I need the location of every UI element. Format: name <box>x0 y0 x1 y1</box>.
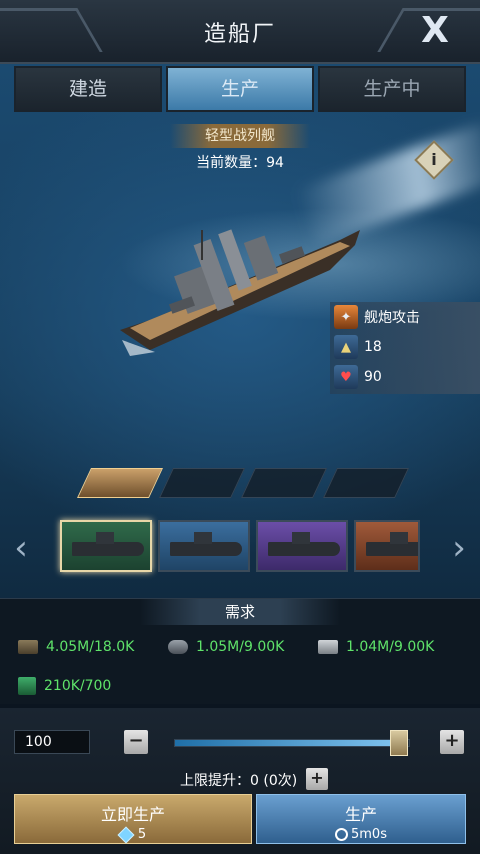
instant-produce-button[interactable]: 立即生产 5 <box>14 794 252 844</box>
ship-card-1[interactable] <box>60 520 152 572</box>
ship-thumbnail <box>170 532 242 556</box>
stat-hp: ♥ 90 <box>330 362 480 392</box>
carousel-prev-arrow[interactable]: ‹ <box>6 528 36 568</box>
requirement-steel-value: 4.05M/18.0K <box>46 639 135 655</box>
tab-bar: 建造 生产 生产中 <box>14 66 466 114</box>
produce-time-value: 5m0s <box>351 827 387 842</box>
cannon-icon: ✦ <box>334 305 358 329</box>
ship-card-4[interactable] <box>354 520 420 572</box>
ship-stats-panel: ✦ 舰炮攻击 ▲ 18 ♥ 90 <box>330 302 480 394</box>
book-icon <box>18 677 36 695</box>
requirements-title: 需求 <box>140 599 340 625</box>
quantity-input[interactable] <box>14 730 90 754</box>
ship-name-banner: 轻型战列舰 <box>170 124 310 148</box>
slider-thumb[interactable] <box>390 730 409 756</box>
instant-produce-label: 立即生产 <box>100 805 165 824</box>
stat-hp-value: 90 <box>364 369 382 385</box>
ship-carousel: ‹ › <box>0 516 480 580</box>
limit-increase-button[interactable]: + <box>306 768 328 790</box>
requirement-pipe: 1.05M/9.00K <box>168 639 284 655</box>
requirement-ingot: 1.04M/9.00K <box>318 639 434 655</box>
increase-button[interactable]: + <box>440 730 464 754</box>
ship-thumbnail <box>268 532 340 556</box>
ship-thumbnail <box>72 532 144 556</box>
instant-cost-value: 5 <box>137 827 147 842</box>
stat-attack-label: 舰炮攻击 <box>364 310 420 326</box>
close-button[interactable]: X <box>416 12 454 50</box>
ship-card-3[interactable] <box>256 520 348 572</box>
clock-icon <box>335 828 348 841</box>
instant-cost: 5 <box>117 826 147 843</box>
requirement-steel: 4.05M/18.0K <box>18 639 134 655</box>
tab-produce[interactable]: 生产 <box>166 66 314 112</box>
ship-thumbnail <box>366 532 418 556</box>
tab-build[interactable]: 建造 <box>14 66 162 112</box>
produce-button[interactable]: 生产 5m0s <box>256 794 466 844</box>
produce-time: 5m0s <box>335 827 387 842</box>
requirement-ingot-value: 1.04M/9.00K <box>346 639 435 655</box>
ingot-icon <box>318 640 338 654</box>
ship-type-battleship[interactable] <box>77 468 163 498</box>
requirements-panel: 需求 4.05M/18.0K 1.05M/9.00K 1.04M/9.00K 2… <box>0 598 480 704</box>
requirement-book-value: 210K/700 <box>44 678 112 694</box>
produce-label: 生产 <box>344 805 377 824</box>
stat-ammo: ▲ 18 <box>330 332 480 362</box>
page-title: 造船厂 <box>203 22 276 47</box>
requirement-pipe-value: 1.05M/9.00K <box>196 639 285 655</box>
limit-label: 上限提升：0 (0次) <box>180 773 298 789</box>
shell-icon: ▲ <box>334 335 358 359</box>
ship-type-carrier[interactable] <box>323 468 409 498</box>
requirement-book: 210K/700 <box>18 677 111 695</box>
tab-in-production[interactable]: 生产中 <box>318 66 466 112</box>
quantity-slider[interactable] <box>174 730 410 756</box>
decrease-button[interactable]: − <box>124 730 148 754</box>
carousel-next-arrow[interactable]: › <box>444 528 474 568</box>
info-icon: i <box>431 150 437 169</box>
steel-icon <box>18 640 38 654</box>
heart-icon: ♥ <box>334 365 358 389</box>
ship-type-selector <box>77 468 409 504</box>
pipe-icon <box>168 640 188 654</box>
ship-count-label: 当前数量：94 <box>196 155 284 171</box>
production-controls: − + 上限提升：0 (0次) + 立即生产 5 生产 5m0s <box>0 708 480 854</box>
slider-fill <box>175 740 398 746</box>
stat-attack: ✦ 舰炮攻击 <box>330 302 480 332</box>
ship-type-destroyer[interactable] <box>241 468 327 498</box>
diamond-icon <box>117 826 135 843</box>
ship-card-2[interactable] <box>158 520 250 572</box>
stat-ammo-value: 18 <box>364 339 382 355</box>
header-bar: 造船厂 X <box>0 0 480 64</box>
ship-type-cruiser[interactable] <box>159 468 245 498</box>
